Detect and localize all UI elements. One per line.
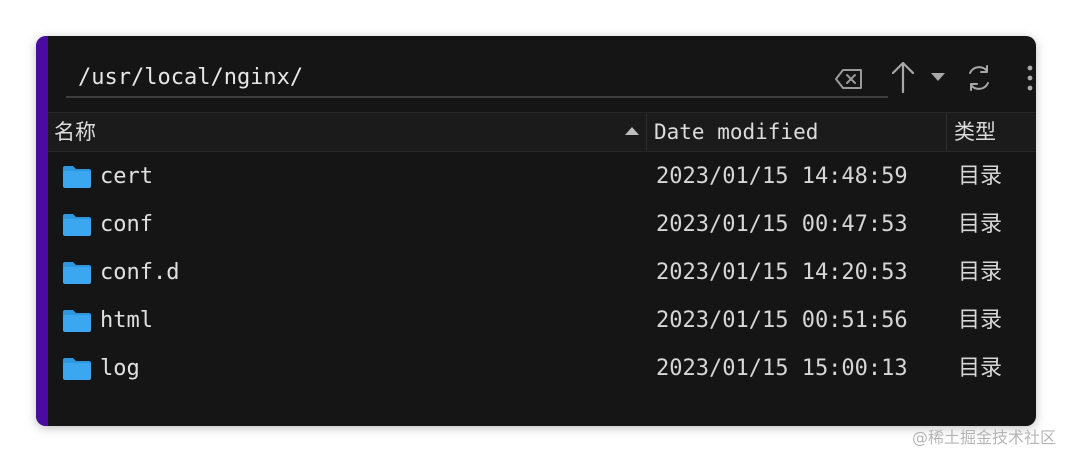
more-vertical-icon[interactable] xyxy=(1026,64,1034,92)
folder-icon xyxy=(63,214,91,236)
column-header-type[interactable]: 类型 xyxy=(954,113,996,151)
path-text: /usr/local/nginx/ xyxy=(78,65,304,90)
column-header: 名称 Date modified 类型 xyxy=(48,112,1036,152)
column-header-date[interactable]: Date modified xyxy=(654,113,818,151)
column-header-name[interactable]: 名称 xyxy=(54,113,96,151)
file-date: 2023/01/15 14:48:59 xyxy=(656,164,908,189)
file-type: 目录 xyxy=(958,164,1003,189)
sort-ascending-icon[interactable] xyxy=(624,126,640,136)
file-name: conf.d xyxy=(100,260,180,285)
file-row[interactable]: cert 2023/01/15 14:48:59 目录 xyxy=(48,154,1036,202)
file-name: log xyxy=(100,356,140,381)
file-row[interactable]: log 2023/01/15 15:00:13 目录 xyxy=(48,346,1036,394)
refresh-icon[interactable] xyxy=(964,63,994,93)
caret-down-icon[interactable] xyxy=(930,72,946,82)
file-name: html xyxy=(100,308,153,333)
file-name: conf xyxy=(100,212,153,237)
file-type: 目录 xyxy=(958,260,1003,285)
file-row[interactable]: conf.d 2023/01/15 14:20:53 目录 xyxy=(48,250,1036,298)
file-date: 2023/01/15 00:51:56 xyxy=(656,308,908,333)
folder-icon xyxy=(63,166,91,188)
file-date: 2023/01/15 14:20:53 xyxy=(656,260,908,285)
file-type: 目录 xyxy=(958,212,1003,237)
column-divider[interactable] xyxy=(946,113,947,151)
path-input[interactable]: /usr/local/nginx/ xyxy=(66,62,888,98)
file-name: cert xyxy=(100,164,153,189)
file-date: 2023/01/15 15:00:13 xyxy=(656,356,908,381)
window-accent-bar xyxy=(36,36,48,426)
folder-icon xyxy=(63,262,91,284)
file-type: 目录 xyxy=(958,308,1003,333)
file-type: 目录 xyxy=(958,356,1003,381)
file-row[interactable]: conf 2023/01/15 00:47:53 目录 xyxy=(48,202,1036,250)
folder-icon xyxy=(63,310,91,332)
watermark: @稀土掘金技术社区 xyxy=(911,428,1056,447)
file-date: 2023/01/15 00:47:53 xyxy=(656,212,908,237)
backspace-icon[interactable] xyxy=(834,68,864,90)
arrow-up-icon[interactable] xyxy=(890,60,916,94)
folder-icon xyxy=(63,358,91,380)
file-browser-window: /usr/local/nginx/ 名称 Date modified 类型 ce… xyxy=(36,36,1036,426)
file-row[interactable]: html 2023/01/15 00:51:56 目录 xyxy=(48,298,1036,346)
column-divider[interactable] xyxy=(646,113,647,151)
path-bar: /usr/local/nginx/ xyxy=(48,36,1036,112)
